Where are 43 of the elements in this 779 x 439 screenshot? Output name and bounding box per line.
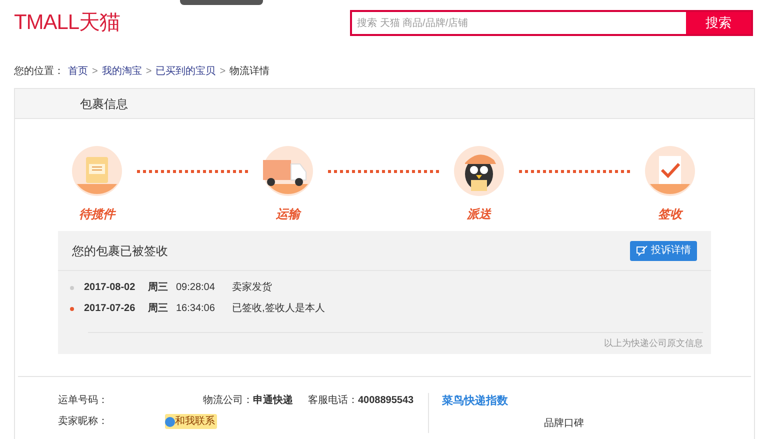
panel-title: 包裹信息 [80,96,128,112]
company-label: 物流公司： [203,394,253,408]
breadcrumb-label: 您的位置： [14,64,64,79]
search-field[interactable]: 搜索 天猫 商品/品牌/店铺 搜索 [350,10,753,36]
search-button[interactable]: 搜索 [686,12,751,34]
breadcrumb-separator: > [146,65,152,79]
parcel-box-icon [72,146,122,196]
source-note: 以上为快递公司原文信息 [604,336,703,350]
tmall-logo[interactable]: TMALL天猫 [14,11,120,35]
event-text: 已签收,签收人是本人 [232,302,325,316]
phone-number: 4008895543 [358,394,414,408]
breadcrumb-link[interactable]: 首页 [68,64,88,79]
breadcrumb-link[interactable]: 我的淘宝 [102,64,142,79]
express-index-title[interactable]: 菜鸟快递指数 [442,393,698,410]
event-date: 2017-08-02 [84,281,136,295]
brand-reputation-label: 品牌口碑 [544,416,585,430]
event-weekday: 周三 [148,302,169,316]
courier-bird-icon [454,146,504,196]
event-text: 卖家发货 [232,280,272,295]
breadcrumb-current: 物流详情 [230,64,270,79]
contact-text[interactable]: 和我联系 [175,414,215,429]
breadcrumb-link[interactable]: 已买到的宝贝 [156,64,216,79]
step-label: 派送 [467,206,491,223]
step-label: 运输 [276,206,300,223]
edit-note-icon [636,244,648,256]
contact-chip[interactable]: 和我联系 [165,414,217,429]
status-title: 您的包裹已被签收 [72,242,168,260]
company-name: 申通快递 [253,393,294,408]
seller-label: 卖家昵称： [58,414,109,429]
checkmark-paper-icon [645,146,695,196]
search-input[interactable]: 搜索 天猫 商品/品牌/店铺 [352,12,686,34]
complaint-button[interactable]: 投诉详情 [630,240,697,260]
step-label: 待揽件 [79,206,115,223]
phone-label: 客服电话： [308,394,358,408]
breadcrumb-separator: > [220,65,226,79]
step-label: 签收 [658,206,682,223]
event-date: 2017-07-26 [84,302,136,316]
event-weekday: 周三 [148,281,169,295]
breadcrumb-separator: > [92,65,98,79]
event-time: 09:28:04 [176,281,216,295]
event-time: 16:34:06 [176,302,216,316]
truck-icon [263,146,313,196]
waybill-label: 运单号码： [58,394,109,408]
